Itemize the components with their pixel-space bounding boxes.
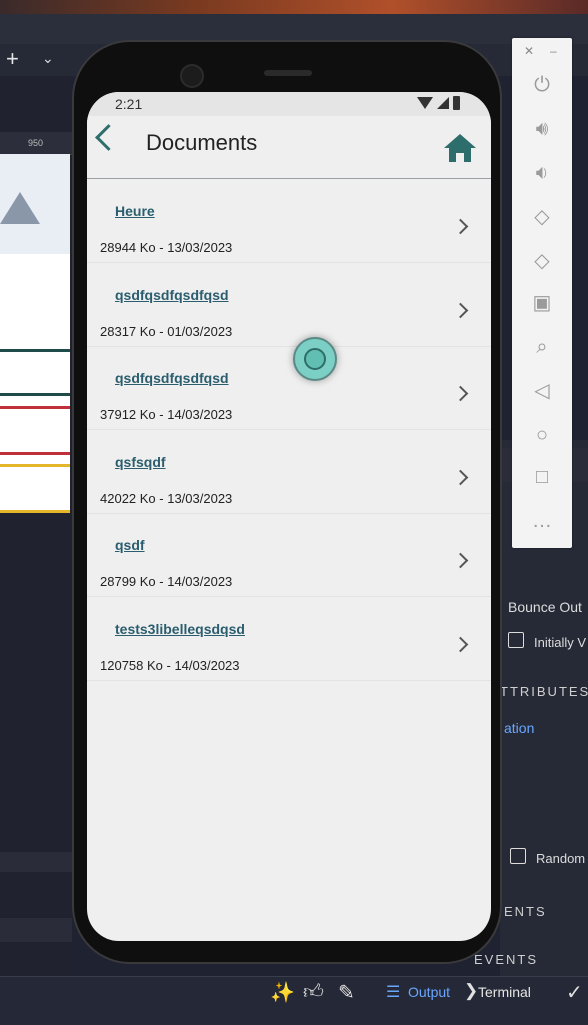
document-name[interactable]: qsfsqdf [115,454,166,470]
overview-icon[interactable]: □ [512,462,572,492]
brush-icon[interactable]: ✎ [338,980,355,1005]
initially-label: Initially V [534,635,587,650]
power-icon[interactable]: ⏻ [512,70,572,100]
volume-up-icon[interactable]: 🔊︎ [512,114,572,144]
triangle-shape [0,192,40,224]
attributes-heading: TTRIBUTES [500,684,588,699]
more-icon[interactable]: … [512,506,572,536]
wifi-icon [417,97,433,109]
canvas-line [0,393,70,396]
list-item[interactable]: qsdfqsdfqsdfqsd 37912 Ko - 14/03/2023 [87,346,491,430]
canvas-line [0,464,70,467]
thumbs-up-icon[interactable]: 👍︎ [303,980,324,1004]
home-icon[interactable]: ○ [512,420,572,450]
initially-checkbox[interactable] [508,632,524,648]
document-meta: 42022 Ko - 13/03/2023 [100,491,233,506]
touch-indicator-center [304,348,326,370]
document-meta: 37912 Ko - 14/03/2023 [100,407,233,422]
canvas-line [0,510,70,513]
list-item[interactable]: tests3libelleqsdqsd 120758 Ko - 14/03/20… [87,597,491,681]
document-name[interactable]: qsdfqsdfqsdfqsd [115,287,229,303]
status-time: 2:21 [115,96,143,112]
document-name[interactable]: qsdfqsdfqsdfqsd [115,370,229,386]
list-item[interactable]: Heure 28944 Ko - 13/03/2023 [87,179,491,263]
ide-title-bar [0,0,588,14]
document-meta: 28317 Ko - 01/03/2023 [100,324,233,339]
chevron-right-icon [452,552,469,569]
sparkle-icon[interactable]: ✨ [270,980,295,1005]
chevron-down-icon[interactable]: ⌄ [42,50,54,67]
volume-down-icon[interactable]: 🔉︎ [512,158,572,188]
document-name[interactable]: qsdf [115,537,145,553]
minimize-icon[interactable]: – [550,44,557,58]
list-item[interactable]: qsdfqsdfqsdfqsd 28317 Ko - 01/03/2023 [87,263,491,347]
terminal-tab[interactable]: Terminal [478,984,531,1000]
phone-screen: 2:21 Documents Heure 28944 Ko - 13/03/20… [87,92,491,941]
rotate-right-icon[interactable]: ◇ [512,246,572,276]
chevron-right-icon [452,636,469,653]
battery-icon [453,96,460,110]
add-icon[interactable]: + [6,46,19,72]
ruler-label: 950 [28,138,44,148]
document-meta: 120758 Ko - 14/03/2023 [100,658,240,673]
random-checkbox[interactable] [510,848,526,864]
chevron-right-icon [452,302,469,319]
document-name[interactable]: Heure [115,203,155,219]
chevron-right-icon [452,385,469,402]
signal-icon [437,97,449,109]
ide-strip [0,852,72,872]
random-label: Random [536,851,586,866]
bounce-out-label[interactable]: Bounce Out [508,599,582,615]
events-heading: ENTS [504,904,547,919]
canvas-line [0,349,70,352]
list-icon: ☰ [386,984,401,1001]
document-meta: 28944 Ko - 13/03/2023 [100,240,233,255]
document-meta: 28799 Ko - 14/03/2023 [100,574,233,589]
animation-link[interactable]: ation [504,720,534,736]
zoom-icon[interactable]: ⌕ [512,332,572,362]
earpiece [264,70,312,76]
ide-strip [0,918,72,942]
close-icon[interactable]: ✕ [524,44,534,58]
events-heading-2: EVENTS [474,952,539,967]
page-title: Documents [146,130,258,155]
output-tab[interactable]: Output [408,984,450,1000]
camera-icon[interactable]: ▣ [512,288,572,318]
document-name[interactable]: tests3libelleqsdqsd [115,621,245,637]
chevron-right-icon [452,469,469,486]
canvas-line [0,406,70,409]
back-icon[interactable]: ◁ [512,376,572,406]
front-camera [180,64,204,88]
list-item[interactable]: qsdf 28799 Ko - 14/03/2023 [87,513,491,597]
terminal-icon: ❯ [464,981,479,1000]
chevron-right-icon [452,218,469,235]
home-icon[interactable] [443,132,477,164]
rotate-left-icon[interactable]: ◇ [512,202,572,232]
canvas-line [0,452,70,455]
list-item[interactable]: qsfsqdf 42022 Ko - 13/03/2023 [87,430,491,514]
check-icon[interactable]: ✓ [566,980,583,1005]
